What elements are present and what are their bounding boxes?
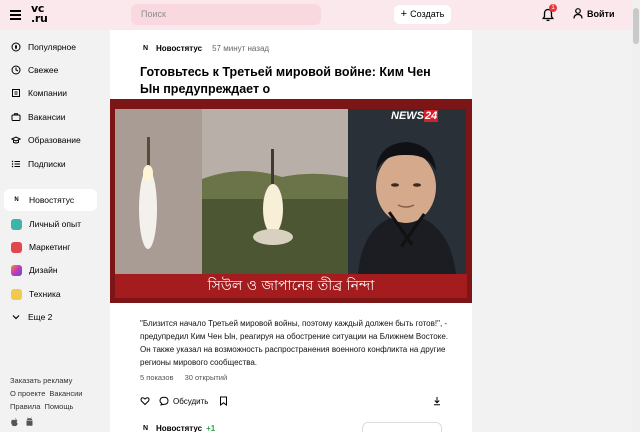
page-scrollbar[interactable] — [632, 0, 640, 432]
site-logo[interactable]: vc .ru — [31, 3, 48, 24]
search-input[interactable]: Поиск — [131, 4, 321, 25]
missile-photo-left — [115, 109, 202, 274]
leader-photo — [348, 109, 466, 274]
article-image[interactable]: NEWS24 সিউল ও জাপানের তীব্র নিন্দা — [110, 99, 472, 303]
app-store-links — [10, 417, 34, 427]
clock-icon — [11, 65, 21, 75]
image-caption-banner: সিউল ও জাপানের তীব্র নিন্দা — [115, 274, 467, 298]
sidebar-more-button[interactable]: Еще 2 — [4, 306, 97, 328]
menu-icon[interactable] — [10, 10, 21, 20]
sidebar: Популярное Свежее Компании Вакансии Обра… — [0, 30, 100, 432]
article-stats: 5 показов 30 открытий — [140, 373, 236, 382]
sidebar-subsite-tech[interactable]: Техника — [4, 283, 97, 305]
share-icon[interactable] — [432, 396, 442, 406]
post-time[interactable]: 57 минут назад — [212, 44, 269, 53]
subsite-logo-icon: N — [11, 194, 22, 206]
scrollbar-thumb[interactable] — [633, 8, 639, 44]
discuss-button[interactable]: Обсудить — [159, 396, 208, 406]
subsite-logo-icon[interactable]: N — [140, 423, 151, 432]
article-body[interactable]: "Близится начало Третьей мировой войны, … — [140, 317, 450, 369]
article-card: N Новостятус 57 минут назад Готовьтесь к… — [110, 30, 472, 432]
briefcase-icon — [11, 112, 21, 122]
sidebar-item-popular[interactable]: Популярное — [4, 36, 97, 58]
building-icon — [11, 88, 21, 98]
channel-logo: NEWS24 — [391, 110, 439, 122]
sidebar-item-companies[interactable]: Компании — [4, 82, 97, 104]
sidebar-item-vacancies[interactable]: Вакансии — [4, 106, 97, 128]
subsite-logo-icon — [11, 241, 22, 253]
sidebar-subsite-personal-experience[interactable]: Личный опыт — [4, 213, 97, 235]
android-icon[interactable] — [25, 417, 34, 427]
subsite-logo-icon — [11, 218, 22, 230]
subsite-logo-icon — [11, 288, 22, 300]
list-icon — [11, 159, 21, 169]
chevron-down-icon — [11, 312, 21, 322]
sidebar-subsite-novostyatus[interactable]: N Новостятус — [4, 189, 97, 211]
create-button[interactable]: + Создать — [394, 5, 451, 24]
plus-icon: + — [400, 8, 408, 20]
notification-badge: 1 — [549, 4, 557, 12]
user-icon — [573, 8, 583, 19]
top-header: vc .ru Поиск + Создать 1 Войти — [0, 0, 640, 30]
about-link[interactable]: О проекте — [10, 389, 45, 398]
subscribe-button[interactable] — [362, 422, 442, 432]
sidebar-item-fresh[interactable]: Свежее — [4, 59, 97, 81]
article-actions: Обсудить — [140, 394, 442, 408]
subsite-logo-icon[interactable]: N — [140, 43, 151, 54]
advertise-link[interactable]: Заказать рекламу — [10, 376, 72, 385]
sidebar-item-subscriptions[interactable]: Подписки — [4, 153, 97, 175]
vacancies-link[interactable]: Вакансии — [49, 389, 82, 398]
subsite-name-link[interactable]: Новостятус — [156, 424, 202, 432]
bookmark-icon[interactable] — [219, 396, 228, 406]
rating-badge: +1 — [206, 424, 216, 432]
apple-icon[interactable] — [10, 417, 19, 427]
next-post-author-row: N Новостятус +1 — [140, 423, 215, 432]
missile-photo-center — [202, 109, 362, 274]
subsite-logo-icon — [11, 264, 22, 276]
article-title[interactable]: Готовьтесь к Третьей мировой войне: Ким … — [140, 64, 440, 98]
comment-icon — [159, 396, 169, 406]
help-link[interactable]: Помощь — [44, 402, 73, 411]
article-author-row: N Новостятус 57 минут назад — [140, 43, 269, 54]
sidebar-subsite-marketing[interactable]: Маркетинг — [4, 236, 97, 258]
rules-link[interactable]: Правила — [10, 402, 40, 411]
graduation-cap-icon — [11, 135, 21, 145]
login-button[interactable]: Войти — [573, 8, 614, 19]
sidebar-footer: Заказать рекламу О проекте Вакансии Прави… — [10, 374, 86, 413]
sidebar-item-education[interactable]: Образование — [4, 129, 97, 151]
opens-count: 30 открытий — [184, 373, 228, 382]
subsite-name-link[interactable]: Новостятус — [156, 44, 202, 53]
fire-icon — [11, 42, 21, 52]
heart-icon[interactable] — [140, 396, 150, 406]
sidebar-subsite-design[interactable]: Дизайн — [4, 259, 97, 281]
views-count: 5 показов — [140, 373, 174, 382]
